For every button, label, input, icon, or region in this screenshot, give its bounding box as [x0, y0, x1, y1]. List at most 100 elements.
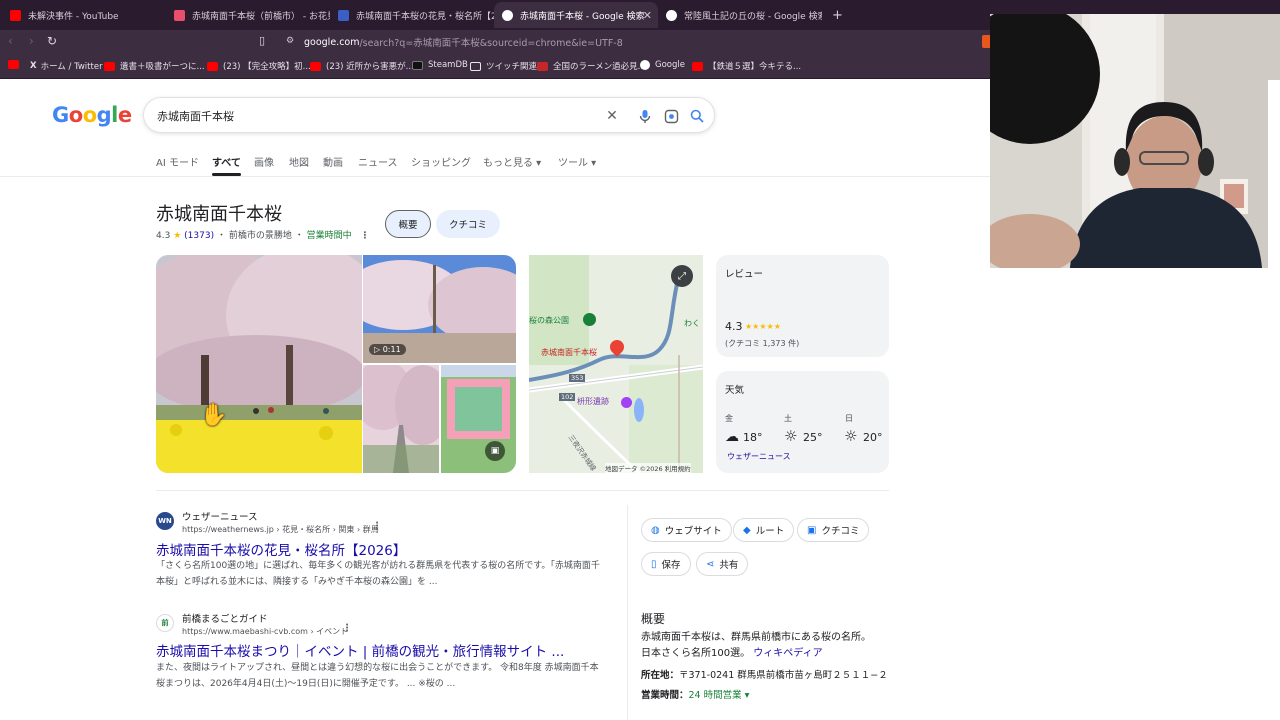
sun-icon: ☼: [784, 427, 798, 445]
result-url[interactable]: https://www.maebashi-cvb.com › イベント: [182, 626, 348, 637]
tab-videos[interactable]: 動画: [323, 154, 343, 169]
tab-reviews[interactable]: クチコミ: [436, 210, 500, 238]
url-path: /search?q=赤城南面千本桜&sourceid=chrome&ie=UTF…: [359, 38, 623, 49]
google-icon: [502, 9, 513, 21]
more-vert-icon[interactable]: ⋮: [342, 623, 352, 634]
map-attribution: 地図データ ©2026 利用規約: [605, 463, 691, 473]
save-button[interactable]: ▯ 保存: [641, 552, 691, 576]
close-tab-icon[interactable]: ✕: [643, 9, 652, 22]
tab-maps[interactable]: 地図: [289, 154, 309, 169]
clear-icon[interactable]: ✕: [603, 107, 621, 125]
tab-news[interactable]: ニュース: [358, 154, 398, 169]
result-site-name[interactable]: ウェザーニュース: [182, 509, 258, 523]
forward-icon[interactable]: ›: [29, 34, 34, 48]
bookmark-item[interactable]: 全国のラーメン過必見...: [537, 60, 646, 72]
directions-button[interactable]: ◆ ルート: [733, 518, 795, 542]
bookmark-item[interactable]: Google: [640, 60, 685, 70]
expand-map-icon[interactable]: ⤢: [671, 265, 693, 287]
overview-text: 日本さくら名所100選。 ウィキペディア: [641, 648, 823, 659]
weather-temp: 18°: [743, 431, 763, 444]
weather-temp: 20°: [863, 431, 883, 444]
weather-day: 日: [845, 414, 853, 423]
review-card[interactable]: レビュー 4.3 ★★★★★ (クチコミ 1,373 件): [716, 255, 889, 357]
weather-source-link[interactable]: ウェザーニュース: [727, 451, 791, 462]
reload-icon[interactable]: ↻: [47, 34, 57, 48]
result-title-link[interactable]: 赤城南面千本桜まつり｜イベント | 前橋の観光・旅行情報サイト ...: [156, 640, 564, 660]
bookmark-folder[interactable]: ツイッチ関連: [470, 60, 537, 72]
browser-tab[interactable]: 常陸風土記の丘の桜 - Google 検索: [658, 2, 822, 28]
map-label-site: 枡形遺跡: [577, 397, 609, 406]
youtube-icon: [104, 61, 115, 71]
hours-dropdown[interactable]: 24 時間営業 ▾: [689, 690, 750, 701]
website-button[interactable]: ◍ ウェブサイト: [641, 518, 732, 542]
map-preview[interactable]: 桜の森公園 わく 赤城南面千本桜 353 102 枡形遺跡 三夜沢赤城線 ⤢ 地…: [529, 255, 703, 473]
bookmark-star-icon[interactable]: ▯: [259, 34, 265, 47]
new-tab-button[interactable]: +: [824, 2, 844, 28]
scrollbar[interactable]: [1268, 80, 1280, 720]
share-button[interactable]: ⋖ 共有: [696, 552, 749, 576]
star-icon: ★: [173, 231, 182, 241]
weather-card[interactable]: 天気 金 土 日 ☁ 18° ☼ 25° ☼ 20° ウェザーニュース: [716, 371, 889, 473]
result-title-link[interactable]: 赤城南面千本桜の花見・桜名所【2026】: [156, 539, 406, 559]
weather-day: 金: [725, 414, 733, 423]
photo-path[interactable]: [363, 365, 439, 473]
search-input[interactable]: 赤城南面千本桜: [157, 108, 234, 124]
result-site-name[interactable]: 前橋まるごとガイド: [182, 611, 268, 625]
overview-heading: 概要: [641, 612, 666, 626]
tab-images[interactable]: 画像: [254, 154, 274, 169]
photo-main[interactable]: ✋: [156, 255, 362, 473]
google-results-page: Google 赤城南面千本桜 ✕ AI モード すべて 画像 地図 動画 ニュー…: [0, 80, 990, 720]
place-category: 前橋市の景勝地: [228, 231, 292, 241]
search-box[interactable]: 赤城南面千本桜 ✕: [143, 97, 715, 133]
folder-icon: [470, 61, 481, 71]
map-label-place: 赤城南面千本桜: [541, 348, 597, 357]
browser-tab[interactable]: 赤城南面千本桜（前橋市） - お花見: [166, 2, 330, 28]
maebashi-favicon-icon: 前: [156, 614, 174, 632]
back-icon[interactable]: ‹: [8, 34, 13, 48]
tab-tools[interactable]: ツール ▾: [558, 154, 596, 169]
site-info-icon[interactable]: ⚙: [286, 36, 294, 46]
tab-all[interactable]: すべて: [212, 154, 241, 176]
result-url[interactable]: https://weathernews.jp › 花見・桜名所 › 関東 › 群…: [182, 524, 379, 535]
bookmark-item[interactable]: 遺書＋吸書がーつに...: [104, 60, 205, 72]
reviews-button[interactable]: ▣ クチコミ: [797, 518, 870, 542]
browser-tab-active[interactable]: 赤城南面千本桜 - Google 検索 ✕: [494, 2, 658, 28]
address-bar[interactable]: ⚙ google.com/search?q=赤城南面千本桜&sourceid=c…: [278, 33, 968, 51]
more-vert-icon[interactable]: ⋮: [361, 231, 370, 241]
ramen-icon: [537, 61, 548, 71]
weather-temp: 25°: [803, 431, 823, 444]
webcam-overlay: [990, 14, 1280, 268]
tab-ai-mode[interactable]: AI モード: [156, 154, 199, 169]
browser-tab[interactable]: 赤城南面千本桜の花見・桜名所【2026】: [330, 2, 494, 28]
lens-icon[interactable]: [662, 107, 680, 125]
bookmark-item[interactable]: 【鉄道５選】今キテる...: [692, 60, 801, 72]
review-count[interactable]: (1373): [184, 231, 214, 241]
bookmark-item[interactable]: (23) 【完全攻略】初...: [207, 60, 311, 72]
youtube-icon: [692, 61, 703, 71]
search-icon[interactable]: [688, 107, 706, 125]
microphone-icon[interactable]: [636, 107, 654, 125]
google-logo[interactable]: Google: [52, 103, 132, 127]
browser-tab[interactable]: 未解決事件 - YouTube: [2, 2, 166, 28]
result-snippet: また、夜間はライトアップされ、昼間とは違う幻想的な桜に出会うことができます。 令…: [156, 663, 599, 689]
youtube-icon: [10, 9, 21, 21]
gallery-icon[interactable]: ▣: [485, 441, 505, 461]
tab-overview[interactable]: 概要: [385, 210, 431, 238]
photo-sign[interactable]: ▣: [441, 365, 516, 473]
youtube-icon: [207, 61, 218, 71]
photo-video[interactable]: ▷ 0:11: [363, 255, 516, 363]
directions-icon: ◆: [743, 524, 751, 536]
divider: [156, 490, 889, 491]
bookmark-item[interactable]: X ホーム / Twitter: [30, 60, 103, 72]
globe-icon: ◍: [651, 524, 660, 536]
wikipedia-link[interactable]: ウィキペディア: [753, 648, 822, 659]
more-vert-icon[interactable]: ⋮: [372, 521, 382, 532]
bookmark-item[interactable]: [8, 60, 24, 69]
tab-shopping[interactable]: ショッピング: [411, 154, 471, 169]
review-icon: ▣: [807, 524, 817, 536]
address-value[interactable]: 〒371-0241 群馬県前橋市苗ヶ島町２５１１−２: [679, 670, 888, 681]
bookmark-item[interactable]: SteamDB: [412, 60, 468, 70]
tab-more[interactable]: もっと見る ▾: [483, 154, 541, 169]
x-icon: X: [30, 61, 37, 71]
bookmark-item[interactable]: (23) 近所から害悪が...: [310, 60, 414, 72]
